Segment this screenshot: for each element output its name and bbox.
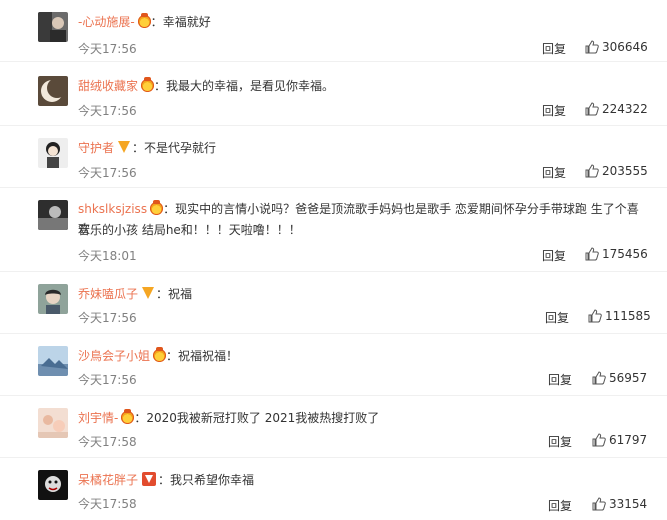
like-button[interactable]: 33154 xyxy=(592,497,647,511)
colon: ： xyxy=(158,473,171,487)
colon: ： xyxy=(134,411,147,425)
comment-time: 今天18:01 xyxy=(78,249,137,263)
vip-badge-icon[interactable] xyxy=(142,287,155,299)
avatar[interactable] xyxy=(38,76,68,106)
comment-text: 我只希望你幸福 xyxy=(170,473,255,487)
comment-text: 不是代孕就行 xyxy=(144,141,217,155)
gold-badge-icon[interactable] xyxy=(150,200,164,215)
username-link[interactable]: 甜绒收藏家 xyxy=(78,79,138,93)
comment-text: 祝福 xyxy=(168,287,193,301)
reply-button[interactable]: 回复 xyxy=(542,164,566,181)
comment-time: 今天17:56 xyxy=(78,373,137,387)
colon: ： xyxy=(156,287,169,301)
like-count: 61797 xyxy=(609,433,648,447)
comment-item: 乔妹嗑瓜子 ：祝福 今天17:56 回复 111585 xyxy=(0,272,667,334)
colon: ： xyxy=(150,15,163,29)
like-count: 224322 xyxy=(602,102,648,116)
like-count: 56957 xyxy=(609,371,648,385)
reply-button[interactable]: 回复 xyxy=(542,40,566,57)
thumbs-up-icon xyxy=(585,40,599,54)
avatar[interactable] xyxy=(38,346,68,376)
vip-badge-icon[interactable] xyxy=(118,141,131,153)
username-link[interactable]: 呆橘花胖子 xyxy=(78,473,138,487)
like-count: 111585 xyxy=(605,309,651,323)
comment-item: shkslksjziss ：现实中的言情小说吗？爸爸是顶流歌手妈妈也是歌手 恋爱期… xyxy=(0,188,667,272)
thumbs-up-icon xyxy=(592,433,606,447)
comment-list: -心动施展- ：幸福就好 今天17:56 回复 306646 甜绒收藏家 ：我最大的… xyxy=(0,0,667,520)
comment-text-continued: 音乐的小孩 结局he和！！！天啦噜！！！ xyxy=(78,223,301,237)
comment-time: 今天17:56 xyxy=(78,104,137,118)
comment-item: 沙鳥会子小姐 ：祝福祝福！ 今天17:56 回复 56957 xyxy=(0,334,667,396)
reply-button[interactable]: 回复 xyxy=(545,309,569,326)
comment-line-2: 音乐的小孩 结局he和！！！天啦噜！！！ xyxy=(78,220,647,240)
like-button[interactable]: 61797 xyxy=(592,433,647,447)
gold-badge-icon[interactable] xyxy=(141,77,155,92)
username-link[interactable]: shkslksjziss xyxy=(78,202,147,216)
like-count: 203555 xyxy=(602,164,648,178)
comment-time: 今天17:56 xyxy=(78,42,137,56)
like-button[interactable]: 306646 xyxy=(585,40,648,54)
avatar[interactable] xyxy=(38,12,68,42)
reply-button[interactable]: 回复 xyxy=(542,247,566,264)
like-count: 175456 xyxy=(602,247,648,261)
thumbs-up-icon xyxy=(585,164,599,178)
username-link[interactable]: -心动施展- xyxy=(78,15,135,29)
username-link[interactable]: 乔妹嗑瓜子 xyxy=(78,287,138,301)
avatar[interactable] xyxy=(38,470,68,500)
comment-item: 守护者 ：不是代孕就行 今天17:56 回复 203555 xyxy=(0,126,667,188)
comment-time: 今天17:56 xyxy=(78,311,137,325)
comment-line: 甜绒收藏家 ：我最大的幸福，是看见你幸福。 xyxy=(78,77,647,95)
like-button[interactable]: 203555 xyxy=(585,164,648,178)
avatar[interactable] xyxy=(38,408,68,438)
thumbs-up-icon xyxy=(585,247,599,261)
reply-button[interactable]: 回复 xyxy=(548,371,572,388)
comment-item: 刘宇情- ：2020我被新冠打败了 2021我被热搜打败了 今天17:58 回复 … xyxy=(0,396,667,458)
comment-line: -心动施展- ：幸福就好 xyxy=(78,13,647,31)
username-link[interactable]: 刘宇情- xyxy=(78,411,118,425)
comment-text: 我最大的幸福，是看见你幸福。 xyxy=(166,79,335,93)
comment-line: 守护者 ：不是代孕就行 xyxy=(78,140,647,157)
comment-item: 甜绒收藏家 ：我最大的幸福，是看见你幸福。 今天17:56 回复 224322 xyxy=(0,62,667,126)
comment-text: 幸福就好 xyxy=(162,15,211,29)
avatar[interactable] xyxy=(38,138,68,168)
gold-badge-icon[interactable] xyxy=(121,409,135,424)
comment-item: -心动施展- ：幸福就好 今天17:56 回复 306646 xyxy=(0,0,667,62)
reply-button[interactable]: 回复 xyxy=(548,497,572,514)
avatar[interactable] xyxy=(38,200,68,230)
vip-badge-icon[interactable] xyxy=(142,472,157,486)
comment-time: 今天17:58 xyxy=(78,435,137,449)
thumbs-up-icon xyxy=(592,497,606,511)
like-count: 33154 xyxy=(609,497,648,511)
like-count: 306646 xyxy=(602,40,648,54)
like-button[interactable]: 111585 xyxy=(588,309,651,323)
colon: ： xyxy=(166,349,179,363)
gold-badge-icon[interactable] xyxy=(137,13,151,28)
comment-line: 沙鳥会子小姐 ：祝福祝福！ xyxy=(78,347,647,365)
reply-button[interactable]: 回复 xyxy=(542,102,566,119)
comment-item: 呆橘花胖子 ：我只希望你幸福 今天17:58 回复 33154 xyxy=(0,458,667,520)
colon: ： xyxy=(163,202,176,216)
reply-button[interactable]: 回复 xyxy=(548,433,572,450)
comment-time: 今天17:56 xyxy=(78,166,137,180)
thumbs-up-icon xyxy=(585,102,599,116)
username-link[interactable]: 守护者 xyxy=(78,141,114,155)
comment-line: 呆橘花胖子 ：我只希望你幸福 xyxy=(78,472,647,489)
like-button[interactable]: 56957 xyxy=(592,371,647,385)
comment-line: 乔妹嗑瓜子 ：祝福 xyxy=(78,286,647,303)
thumbs-up-icon xyxy=(588,309,602,323)
like-button[interactable]: 224322 xyxy=(585,102,648,116)
comment-time: 今天17:58 xyxy=(78,497,137,511)
colon: ： xyxy=(154,79,167,93)
gold-badge-icon[interactable] xyxy=(153,347,167,362)
comment-line: 刘宇情- ：2020我被新冠打败了 2021我被热搜打败了 xyxy=(78,409,647,427)
like-button[interactable]: 175456 xyxy=(585,247,648,261)
comment-text: 祝福祝福！ xyxy=(178,349,239,363)
thumbs-up-icon xyxy=(592,371,606,385)
comment-text: 2020我被新冠打败了 2021我被热搜打败了 xyxy=(146,411,380,425)
username-link[interactable]: 沙鳥会子小姐 xyxy=(78,349,150,363)
avatar[interactable] xyxy=(38,284,68,314)
colon: ： xyxy=(132,141,145,155)
